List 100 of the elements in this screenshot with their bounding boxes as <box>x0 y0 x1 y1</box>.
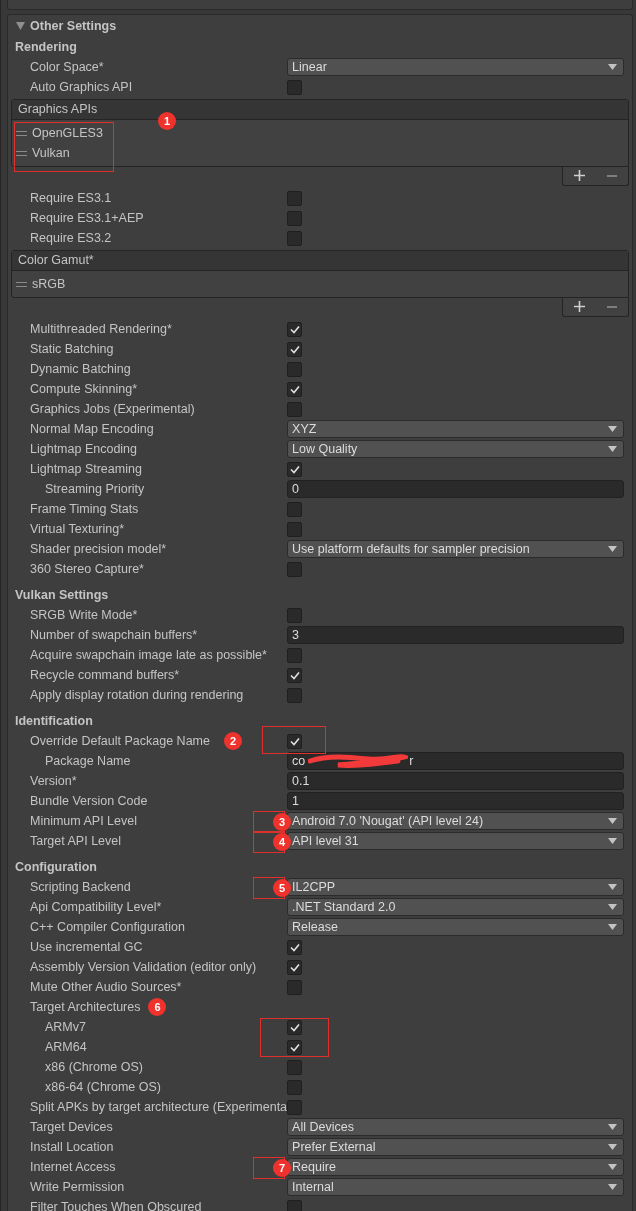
checkbox[interactable] <box>287 959 303 975</box>
caret-icon <box>608 924 618 930</box>
checkbox[interactable] <box>287 79 303 95</box>
checkbox[interactable] <box>287 1099 303 1115</box>
setting-label: Recycle command buffers* <box>30 666 180 684</box>
caret-icon <box>608 884 618 890</box>
dropdown[interactable]: XYZ <box>287 420 625 438</box>
setting-label: Write Permission <box>30 1178 125 1196</box>
input-field[interactable]: 3 <box>287 626 625 644</box>
checkbox[interactable] <box>287 501 303 517</box>
setting-label: ARM64 <box>45 1038 87 1056</box>
dropdown[interactable]: Internal <box>287 1178 625 1196</box>
caret-icon <box>608 838 618 844</box>
checkbox[interactable] <box>287 341 303 357</box>
checkbox[interactable] <box>287 361 303 377</box>
list-item[interactable]: sRGB <box>12 274 629 294</box>
checkbox[interactable] <box>287 733 303 749</box>
setting-label: Streaming Priority <box>45 480 145 498</box>
annotation-number: 5 <box>273 879 292 897</box>
setting-label: C++ Compiler Configuration <box>30 918 185 936</box>
setting-label: Scripting Backend <box>30 878 131 896</box>
setting-label: Internet Access <box>30 1158 116 1176</box>
checkmark-icon <box>289 344 300 354</box>
checkbox[interactable] <box>287 521 303 537</box>
setting-label: Minimum API Level <box>30 812 137 830</box>
caret-icon <box>608 1124 618 1130</box>
input-field[interactable]: 0.1 <box>287 772 625 790</box>
checkbox[interactable] <box>287 210 303 226</box>
dropdown[interactable]: Use platform defaults for sampler precision <box>287 540 625 558</box>
checkbox[interactable] <box>287 939 303 955</box>
checkbox[interactable] <box>287 979 303 995</box>
setting-label: Multithreaded Rendering* <box>30 320 172 338</box>
add-icon[interactable] <box>574 170 586 181</box>
annotation-number: 4 <box>273 833 292 851</box>
input-field[interactable]: co r <box>287 752 625 770</box>
collapse-arrow-icon <box>16 22 25 30</box>
setting-label: Apply display rotation during rendering <box>30 686 244 704</box>
caret-icon <box>608 1164 618 1170</box>
checkbox[interactable] <box>287 647 303 663</box>
dropdown[interactable]: API level 31 <box>287 832 625 850</box>
setting-label: Auto Graphics API <box>30 78 133 96</box>
setting-label: Use incremental GC <box>30 938 143 956</box>
checkbox[interactable] <box>287 667 303 683</box>
setting-label: Acquire swapchain image late as possible* <box>30 646 267 664</box>
remove-icon[interactable] <box>607 305 618 308</box>
caret-icon <box>608 904 618 910</box>
setting-label: Lightmap Streaming <box>30 460 142 478</box>
highlight-box <box>253 1157 286 1179</box>
setting-label: Number of swapchain buffers* <box>30 626 198 644</box>
checkbox[interactable] <box>287 1079 303 1095</box>
dropdown[interactable]: Prefer External <box>287 1138 625 1156</box>
setting-label: Split APKs by target architecture (Experimenta <box>30 1098 288 1116</box>
checkbox[interactable] <box>287 461 303 477</box>
checkmark-icon <box>289 464 300 474</box>
dropdown[interactable]: .NET Standard 2.0 <box>287 898 625 916</box>
setting-label: Require ES3.1+AEP <box>30 209 144 227</box>
checkbox[interactable] <box>287 1199 303 1211</box>
checkbox[interactable] <box>287 607 303 623</box>
section-header: Configuration <box>14 858 98 876</box>
add-icon[interactable] <box>574 301 586 312</box>
setting-label: x86-64 (Chrome OS) <box>45 1078 161 1096</box>
checkbox[interactable] <box>287 190 303 206</box>
setting-label: Filter Touches When Obscured <box>30 1198 202 1211</box>
checkbox[interactable] <box>287 561 303 577</box>
list-item[interactable]: Vulkan <box>12 143 629 163</box>
input-field[interactable]: 0 <box>287 480 625 498</box>
checkmark-icon <box>289 324 300 334</box>
section-foldout[interactable]: Other Settings <box>8 15 633 37</box>
remove-icon[interactable] <box>607 174 618 177</box>
drag-handle-icon <box>16 150 27 156</box>
checkbox[interactable] <box>287 1059 303 1075</box>
dropdown[interactable]: Release <box>287 918 625 936</box>
setting-label: Require ES3.2 <box>30 229 112 247</box>
setting-label: Assembly Version Validation (editor only) <box>30 958 257 976</box>
section-header: Identification <box>14 712 94 730</box>
checkbox[interactable] <box>287 1019 303 1035</box>
setting-label: Dynamic Batching <box>30 360 131 378</box>
checkbox[interactable] <box>287 321 303 337</box>
setting-label: Package Name <box>45 752 131 770</box>
dropdown[interactable]: Require <box>287 1158 625 1176</box>
dropdown[interactable]: Low Quality <box>287 440 625 458</box>
input-field[interactable]: 1 <box>287 792 625 810</box>
checkbox[interactable] <box>287 687 303 703</box>
checkbox[interactable] <box>287 401 303 417</box>
dropdown[interactable]: Android 7.0 'Nougat' (API level 24) <box>287 812 625 830</box>
checkbox[interactable] <box>287 230 303 246</box>
setting-label: Frame Timing Stats <box>30 500 139 518</box>
dropdown[interactable]: All Devices <box>287 1118 625 1136</box>
checkmark-icon <box>289 1042 300 1052</box>
setting-label: Override Default Package Name <box>30 732 210 750</box>
dropdown[interactable]: IL2CPP <box>287 878 625 896</box>
checkbox[interactable] <box>287 381 303 397</box>
annotation-number: 3 <box>273 813 292 831</box>
drag-handle-icon <box>16 281 27 287</box>
setting-label: Target Devices <box>30 1118 113 1136</box>
checkbox[interactable] <box>287 1039 303 1055</box>
caret-icon <box>608 1144 618 1150</box>
caret-icon <box>608 64 618 70</box>
setting-label: Mute Other Audio Sources* <box>30 978 182 996</box>
dropdown[interactable]: Linear <box>287 58 625 76</box>
